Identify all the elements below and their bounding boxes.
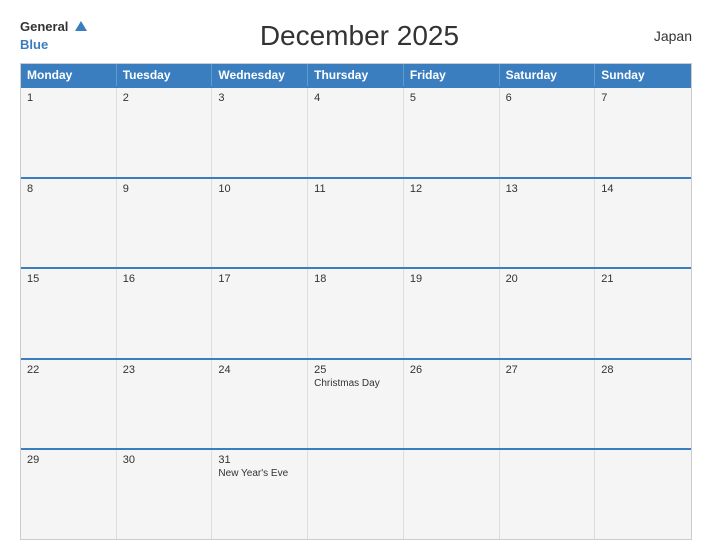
calendar-cell: 13 <box>500 179 596 268</box>
day-number: 10 <box>218 183 301 195</box>
calendar-cell: 9 <box>117 179 213 268</box>
day-event: Christmas Day <box>314 378 397 389</box>
calendar-cell: 14 <box>595 179 691 268</box>
day-number: 16 <box>123 273 206 285</box>
day-event: New Year's Eve <box>218 468 301 479</box>
calendar-week-2: 8 9 10 11 12 13 14 <box>21 177 691 268</box>
calendar-week-5: 29 30 31 New Year's Eve <box>21 448 691 539</box>
calendar-grid: Monday Tuesday Wednesday Thursday Friday… <box>20 63 692 540</box>
calendar-cell: 10 <box>212 179 308 268</box>
calendar-cell: 7 <box>595 88 691 177</box>
day-number: 6 <box>506 92 589 104</box>
calendar-week-4: 22 23 24 25 Christmas Day 26 27 28 <box>21 358 691 449</box>
day-number: 17 <box>218 273 301 285</box>
calendar-cell: 5 <box>404 88 500 177</box>
calendar-cell: 19 <box>404 269 500 358</box>
day-number: 2 <box>123 92 206 104</box>
calendar-cell <box>404 450 500 539</box>
header-saturday: Saturday <box>500 64 596 86</box>
calendar-cell <box>308 450 404 539</box>
day-number: 11 <box>314 183 397 195</box>
calendar-cell: 25 Christmas Day <box>308 360 404 449</box>
calendar-cell <box>595 450 691 539</box>
day-number: 3 <box>218 92 301 104</box>
calendar-cell: 4 <box>308 88 404 177</box>
header-tuesday: Tuesday <box>117 64 213 86</box>
calendar-title: December 2025 <box>87 20 632 52</box>
day-number: 28 <box>601 364 685 376</box>
calendar-cell: 11 <box>308 179 404 268</box>
calendar-cell: 2 <box>117 88 213 177</box>
calendar-cell: 1 <box>21 88 117 177</box>
header-monday: Monday <box>21 64 117 86</box>
calendar-cell: 29 <box>21 450 117 539</box>
day-number: 15 <box>27 273 110 285</box>
calendar-cell: 26 <box>404 360 500 449</box>
logo-text: General <box>20 18 87 36</box>
calendar-cell: 18 <box>308 269 404 358</box>
logo-blue: Blue <box>20 37 48 52</box>
day-number: 1 <box>27 92 110 104</box>
calendar-cell: 8 <box>21 179 117 268</box>
day-number: 8 <box>27 183 110 195</box>
day-number: 31 <box>218 454 301 466</box>
calendar-week-3: 15 16 17 18 19 20 21 <box>21 267 691 358</box>
day-number: 21 <box>601 273 685 285</box>
calendar-cell: 15 <box>21 269 117 358</box>
header-friday: Friday <box>404 64 500 86</box>
country-label: Japan <box>632 28 692 44</box>
logo-general: General <box>20 19 68 34</box>
header-wednesday: Wednesday <box>212 64 308 86</box>
logo: General Blue <box>20 18 87 53</box>
day-number: 19 <box>410 273 493 285</box>
calendar-cell: 20 <box>500 269 596 358</box>
day-number: 18 <box>314 273 397 285</box>
calendar-cell: 22 <box>21 360 117 449</box>
day-number: 4 <box>314 92 397 104</box>
day-number: 7 <box>601 92 685 104</box>
calendar-cell: 23 <box>117 360 213 449</box>
day-number: 12 <box>410 183 493 195</box>
day-number: 26 <box>410 364 493 376</box>
header-thursday: Thursday <box>308 64 404 86</box>
calendar-cell: 27 <box>500 360 596 449</box>
day-number: 24 <box>218 364 301 376</box>
calendar-cell <box>500 450 596 539</box>
day-number: 29 <box>27 454 110 466</box>
calendar-cell: 30 <box>117 450 213 539</box>
day-number: 22 <box>27 364 110 376</box>
day-number: 13 <box>506 183 589 195</box>
calendar-cell: 3 <box>212 88 308 177</box>
day-number: 5 <box>410 92 493 104</box>
calendar-page: General Blue December 2025 Japan Monday … <box>0 0 712 550</box>
calendar-body: 1234567891011121314151617181920212223242… <box>21 86 691 539</box>
logo-triangle-icon <box>75 21 87 31</box>
calendar-cell: 16 <box>117 269 213 358</box>
day-number: 9 <box>123 183 206 195</box>
day-number: 27 <box>506 364 589 376</box>
calendar-cell: 21 <box>595 269 691 358</box>
day-number: 23 <box>123 364 206 376</box>
day-number: 14 <box>601 183 685 195</box>
calendar-cell: 6 <box>500 88 596 177</box>
header: General Blue December 2025 Japan <box>20 18 692 53</box>
day-number: 25 <box>314 364 397 376</box>
calendar-cell: 12 <box>404 179 500 268</box>
header-sunday: Sunday <box>595 64 691 86</box>
day-number: 20 <box>506 273 589 285</box>
calendar-cell: 24 <box>212 360 308 449</box>
day-number: 30 <box>123 454 206 466</box>
calendar-cell: 31 New Year's Eve <box>212 450 308 539</box>
calendar-cell: 17 <box>212 269 308 358</box>
calendar-cell: 28 <box>595 360 691 449</box>
calendar-week-1: 1234567 <box>21 86 691 177</box>
calendar-header: Monday Tuesday Wednesday Thursday Friday… <box>21 64 691 86</box>
